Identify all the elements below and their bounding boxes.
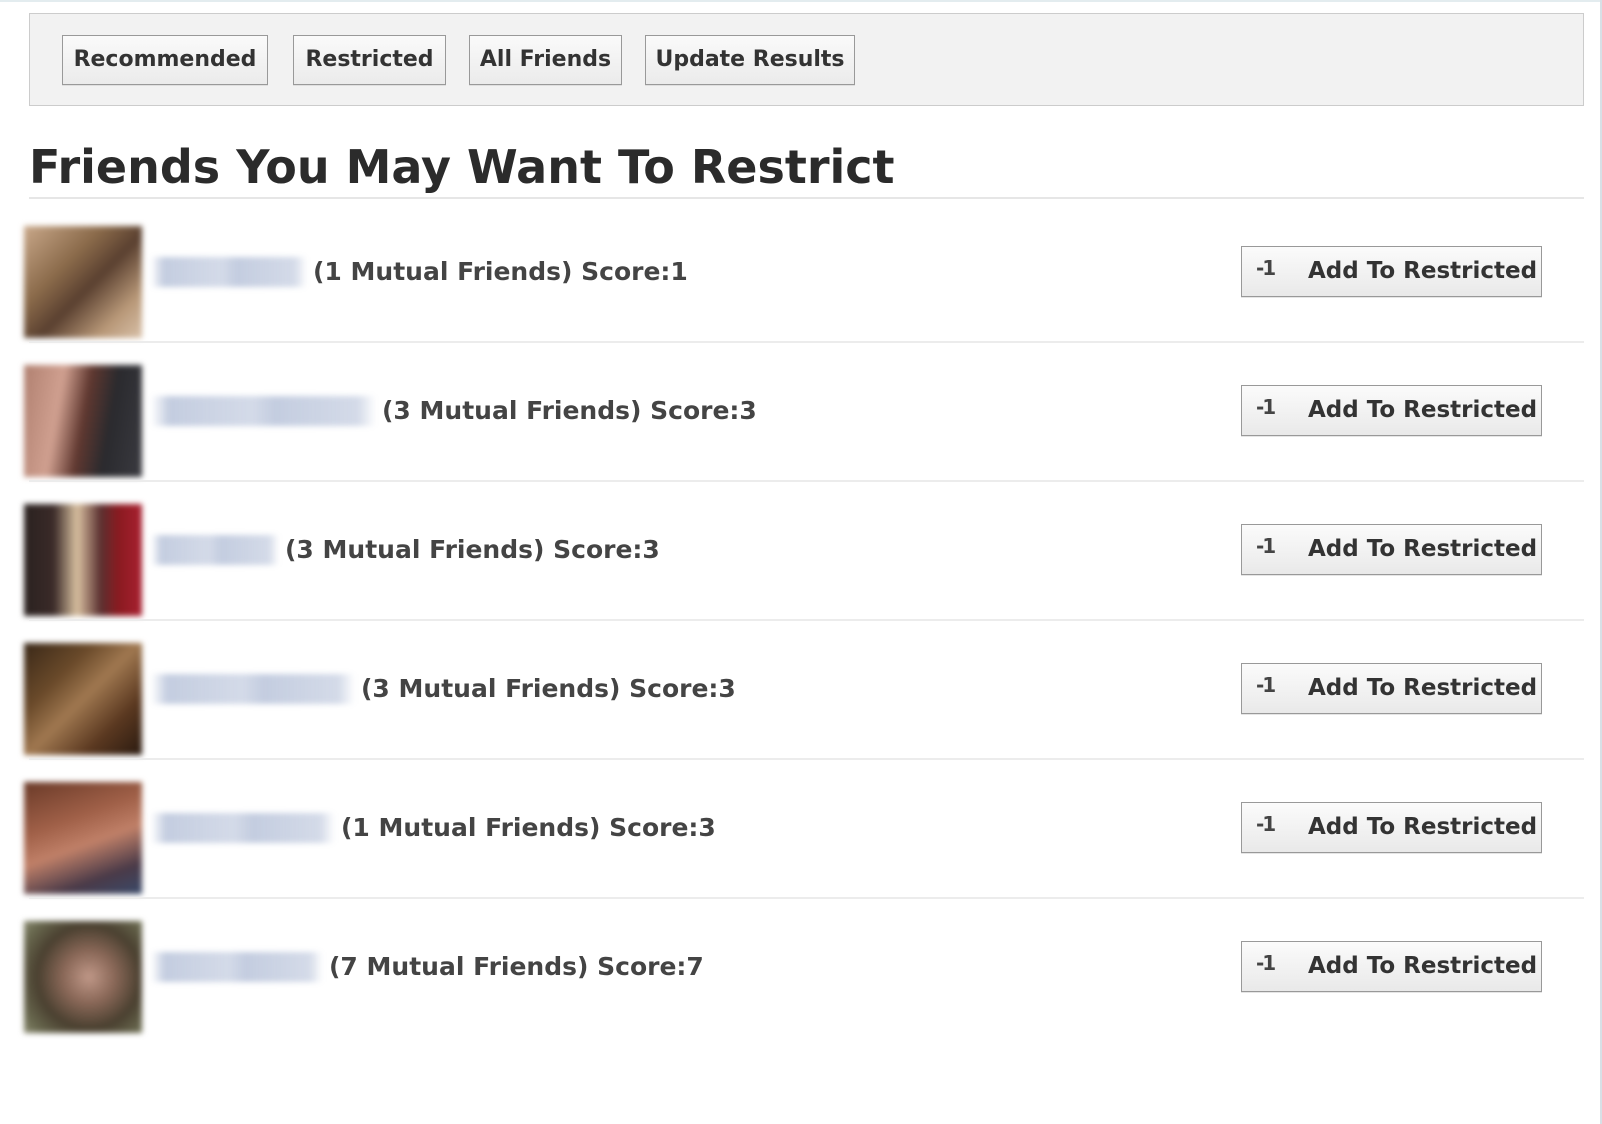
friend-meta: (7 Mutual Friends) Score:7: [329, 952, 704, 981]
avatar[interactable]: [24, 504, 142, 616]
minus-one-icon: -1: [1256, 812, 1276, 836]
avatar[interactable]: [24, 226, 142, 338]
add-to-restricted-label: Add To Restricted: [1308, 536, 1538, 562]
friend-meta: (1 Mutual Friends) Score:3: [341, 813, 716, 842]
restricted-button[interactable]: Restricted: [293, 35, 446, 85]
friend-meta: (3 Mutual Friends) Score:3: [285, 535, 660, 564]
friend-info: (1 Mutual Friends) Score:3: [151, 760, 716, 895]
minus-one-icon: -1: [1256, 951, 1276, 975]
friend-name-link[interactable]: [151, 812, 335, 843]
add-to-restricted-label: Add To Restricted: [1308, 953, 1538, 979]
filter-toolbar: Recommended Restricted All Friends Updat…: [29, 13, 1584, 106]
friend-meta: (1 Mutual Friends) Score:1: [313, 257, 688, 286]
avatar[interactable]: [24, 921, 142, 1033]
friend-row: (3 Mutual Friends) Score:3 -1 Add To Res…: [18, 621, 1584, 760]
avatar[interactable]: [24, 365, 142, 477]
add-to-restricted-button[interactable]: -1 Add To Restricted: [1241, 941, 1542, 992]
friend-name-link[interactable]: [151, 256, 307, 287]
friend-info: (3 Mutual Friends) Score:3: [151, 343, 757, 478]
add-to-restricted-button[interactable]: -1 Add To Restricted: [1241, 802, 1542, 853]
friend-name-link[interactable]: [151, 951, 323, 982]
update-results-button[interactable]: Update Results: [645, 35, 855, 85]
friend-info: (3 Mutual Friends) Score:3: [151, 482, 660, 617]
page-title: Friends You May Want To Restrict: [29, 140, 895, 194]
friend-row: (3 Mutual Friends) Score:3 -1 Add To Res…: [18, 482, 1584, 621]
add-to-restricted-button[interactable]: -1 Add To Restricted: [1241, 663, 1542, 714]
friend-info: (7 Mutual Friends) Score:7: [151, 899, 704, 1034]
friend-info: (3 Mutual Friends) Score:3: [151, 621, 736, 756]
friend-row: (7 Mutual Friends) Score:7 -1 Add To Res…: [18, 899, 1584, 1038]
top-border: [0, 0, 1602, 2]
friend-row: (1 Mutual Friends) Score:3 -1 Add To Res…: [18, 760, 1584, 899]
recommended-button[interactable]: Recommended: [62, 35, 268, 85]
add-to-restricted-button[interactable]: -1 Add To Restricted: [1241, 524, 1542, 575]
title-divider: [29, 197, 1584, 199]
friend-meta: (3 Mutual Friends) Score:3: [382, 396, 757, 425]
friend-info: (1 Mutual Friends) Score:1: [151, 204, 688, 339]
minus-one-icon: -1: [1256, 673, 1276, 697]
minus-one-icon: -1: [1256, 534, 1276, 558]
all-friends-button[interactable]: All Friends: [469, 35, 622, 85]
friend-row: (1 Mutual Friends) Score:1 -1 Add To Res…: [18, 204, 1584, 343]
minus-one-icon: -1: [1256, 256, 1276, 280]
friend-name-link[interactable]: [151, 534, 279, 565]
friend-meta: (3 Mutual Friends) Score:3: [361, 674, 736, 703]
add-to-restricted-label: Add To Restricted: [1308, 397, 1538, 423]
add-to-restricted-button[interactable]: -1 Add To Restricted: [1241, 385, 1542, 436]
add-to-restricted-label: Add To Restricted: [1308, 675, 1538, 701]
add-to-restricted-label: Add To Restricted: [1308, 814, 1538, 840]
avatar[interactable]: [24, 643, 142, 755]
friend-name-link[interactable]: [151, 673, 355, 704]
add-to-restricted-button[interactable]: -1 Add To Restricted: [1241, 246, 1542, 297]
add-to-restricted-label: Add To Restricted: [1308, 258, 1538, 284]
friend-row: (3 Mutual Friends) Score:3 -1 Add To Res…: [18, 343, 1584, 482]
friend-name-link[interactable]: [151, 395, 376, 426]
avatar[interactable]: [24, 782, 142, 894]
minus-one-icon: -1: [1256, 395, 1276, 419]
